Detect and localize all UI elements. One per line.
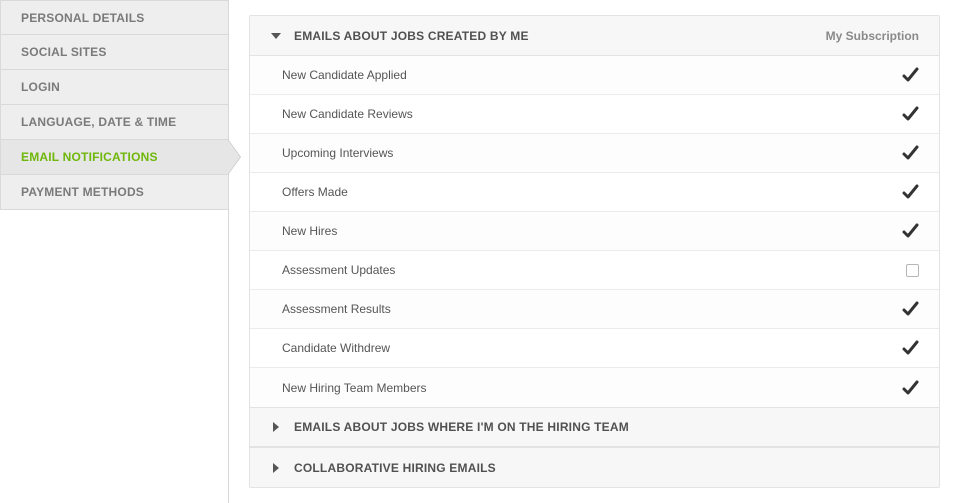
sidebar-item-payment-methods[interactable]: PAYMENT METHODS [0,175,228,210]
content-area: EMAILS ABOUT JOBS CREATED BY ME My Subsc… [229,0,955,503]
subscription-checkbox[interactable] [901,222,919,240]
notification-label: Assessment Results [282,302,901,316]
section-title: EMAILS ABOUT JOBS CREATED BY ME [294,29,826,43]
sidebar-item-email-notifications[interactable]: EMAIL NOTIFICATIONS [0,140,228,175]
subscription-checkbox[interactable] [901,144,919,162]
section-header-collaborative-hiring[interactable]: COLLABORATIVE HIRING EMAILS [250,447,939,487]
notifications-panel: EMAILS ABOUT JOBS CREATED BY ME My Subsc… [249,15,940,488]
sidebar: PERSONAL DETAILS SOCIAL SITES LOGIN LANG… [0,0,229,503]
sidebar-item-label: LANGUAGE, DATE & TIME [21,115,176,129]
chevron-down-icon [270,30,282,42]
notification-row: New Candidate Applied [250,56,939,95]
notification-label: Candidate Withdrew [282,341,901,355]
notification-row: New Candidate Reviews [250,95,939,134]
subscription-checkbox[interactable] [901,66,919,84]
section-rows: New Candidate Applied New Candidate Revi… [250,56,939,407]
section-header-jobs-hiring-team[interactable]: EMAILS ABOUT JOBS WHERE I'M ON THE HIRIN… [250,407,939,447]
sidebar-item-label: PERSONAL DETAILS [21,11,144,25]
sidebar-item-personal-details[interactable]: PERSONAL DETAILS [0,0,228,35]
subscription-checkbox[interactable] [901,105,919,123]
section-title: EMAILS ABOUT JOBS WHERE I'M ON THE HIRIN… [294,420,919,434]
sidebar-item-social-sites[interactable]: SOCIAL SITES [0,35,228,70]
chevron-right-icon [270,421,282,433]
notification-row: Upcoming Interviews [250,134,939,173]
sidebar-item-label: EMAIL NOTIFICATIONS [21,150,158,164]
notification-row: Candidate Withdrew [250,329,939,368]
notification-row: Assessment Results [250,290,939,329]
notification-row: New Hiring Team Members [250,368,939,407]
section-title: COLLABORATIVE HIRING EMAILS [294,461,919,475]
subscription-checkbox[interactable] [906,264,919,277]
subscription-checkbox[interactable] [901,339,919,357]
notification-label: Offers Made [282,185,901,199]
subscription-checkbox[interactable] [901,379,919,397]
notification-label: New Candidate Reviews [282,107,901,121]
section-header-jobs-created-by-me[interactable]: EMAILS ABOUT JOBS CREATED BY ME My Subsc… [250,16,939,56]
notification-row: Assessment Updates [250,251,939,290]
notification-label: Upcoming Interviews [282,146,901,160]
chevron-right-icon [270,462,282,474]
notification-label: New Candidate Applied [282,68,901,82]
subscription-checkbox[interactable] [901,183,919,201]
sidebar-item-language-date-time[interactable]: LANGUAGE, DATE & TIME [0,105,228,140]
notification-row: Offers Made [250,173,939,212]
sidebar-item-login[interactable]: LOGIN [0,70,228,105]
sidebar-item-label: SOCIAL SITES [21,45,107,59]
column-header-subscription: My Subscription [826,29,919,43]
notification-label: New Hiring Team Members [282,381,901,395]
subscription-checkbox[interactable] [901,300,919,318]
notification-label: Assessment Updates [282,263,906,277]
sidebar-item-label: PAYMENT METHODS [21,185,144,199]
notification-row: New Hires [250,212,939,251]
notification-label: New Hires [282,224,901,238]
sidebar-item-label: LOGIN [21,80,60,94]
